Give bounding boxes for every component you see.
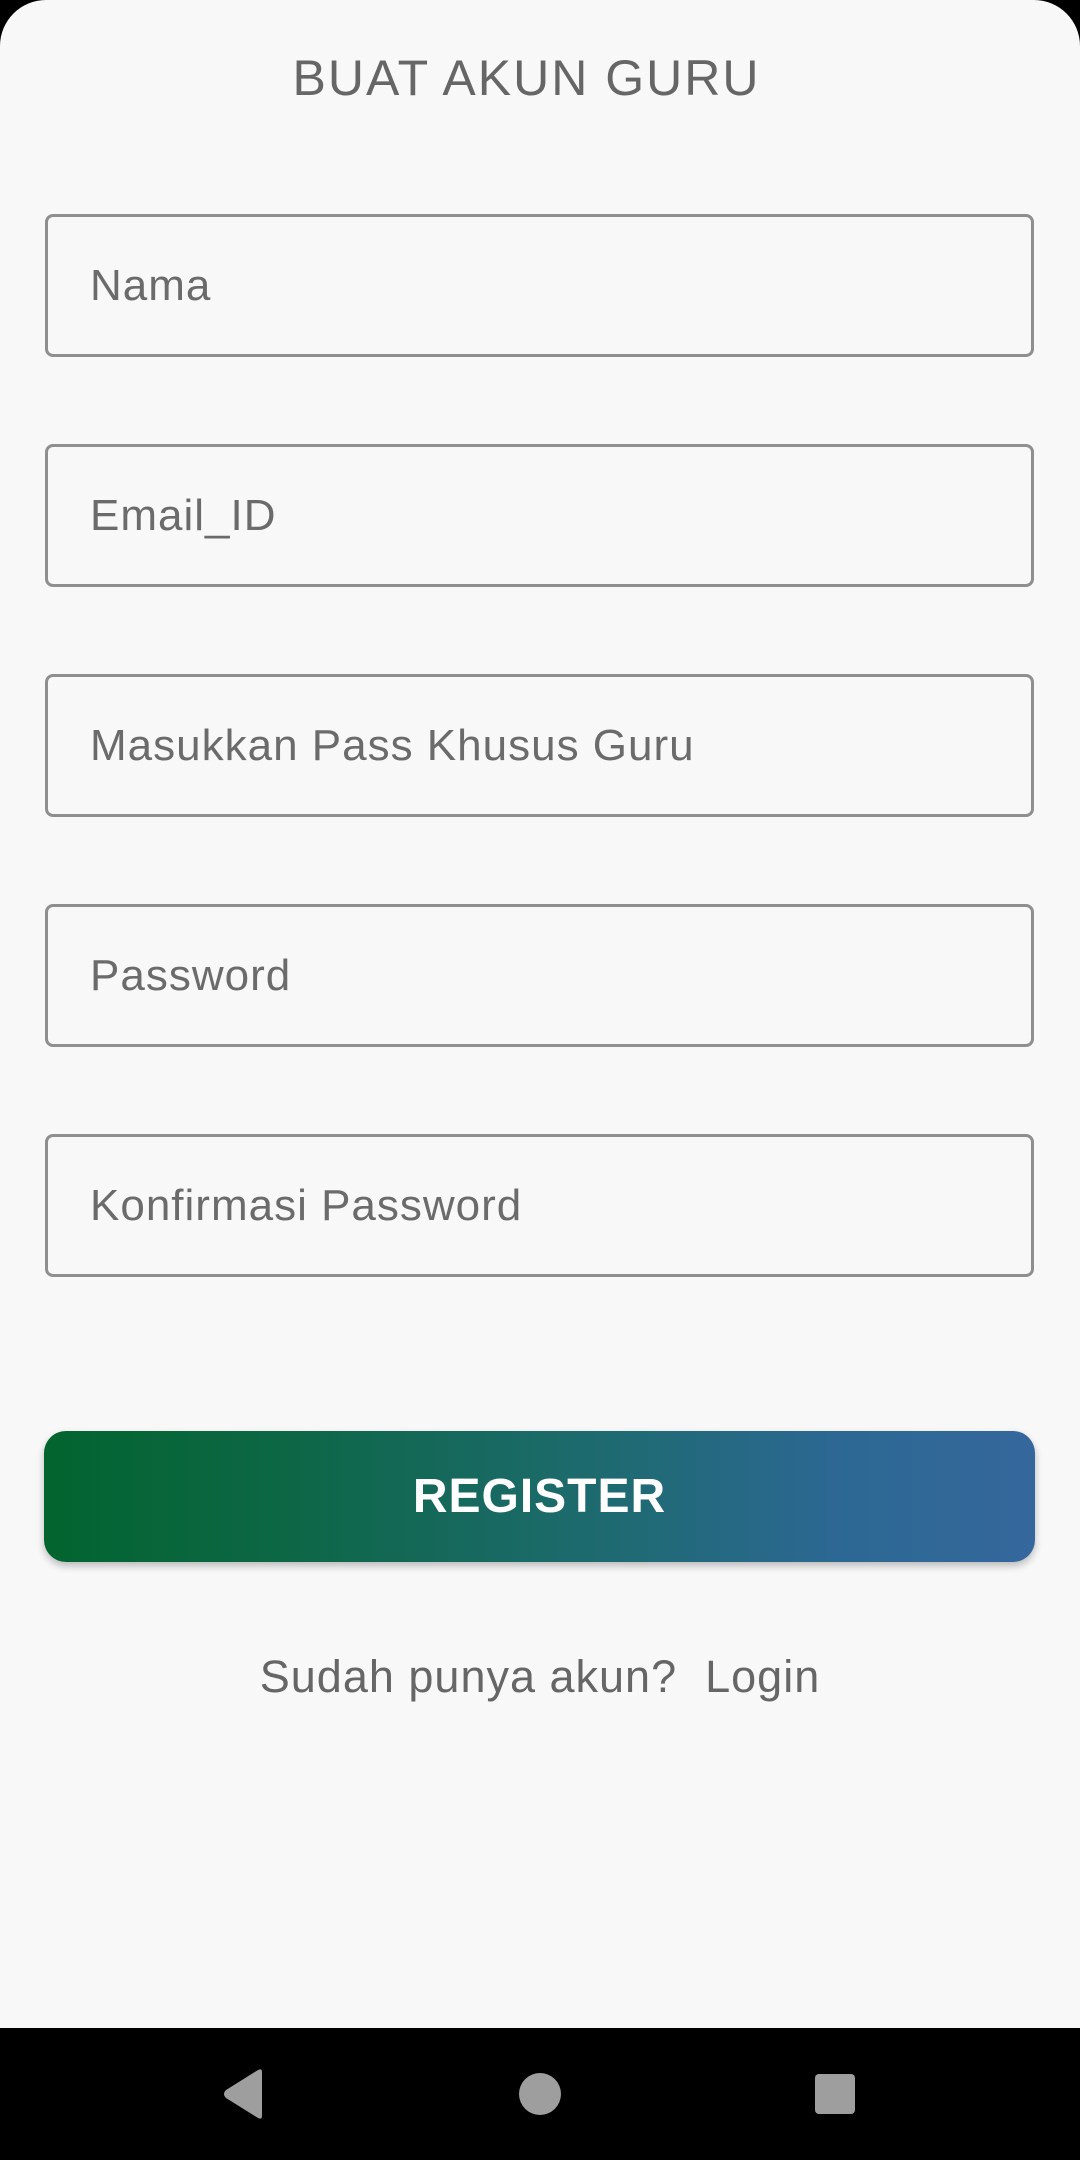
login-prompt: Sudah punya akun? Login [0, 1645, 1080, 1709]
have-account-text: Sudah punya akun? [259, 1651, 678, 1702]
login-link[interactable]: Login [705, 1651, 820, 1702]
recents-button[interactable] [775, 2028, 895, 2160]
home-button[interactable] [480, 2028, 600, 2160]
page-title: BUAT AKUN GURU [292, 50, 761, 106]
email-input[interactable] [45, 444, 1034, 587]
system-navigation-bar [0, 2028, 1080, 2160]
name-input[interactable] [45, 214, 1034, 357]
back-button[interactable] [184, 2028, 304, 2160]
recents-square-icon [815, 2074, 855, 2114]
home-circle-icon [519, 2073, 561, 2115]
register-button[interactable]: REGISTER [44, 1431, 1035, 1562]
register-screen: BUAT AKUN GURU REGISTER Sudah punya akun… [0, 0, 1080, 2028]
password-input[interactable] [45, 904, 1034, 1047]
teacher-pass-input[interactable] [45, 674, 1034, 817]
back-triangle-icon [224, 2069, 262, 2119]
confirm-password-input[interactable] [45, 1134, 1034, 1277]
